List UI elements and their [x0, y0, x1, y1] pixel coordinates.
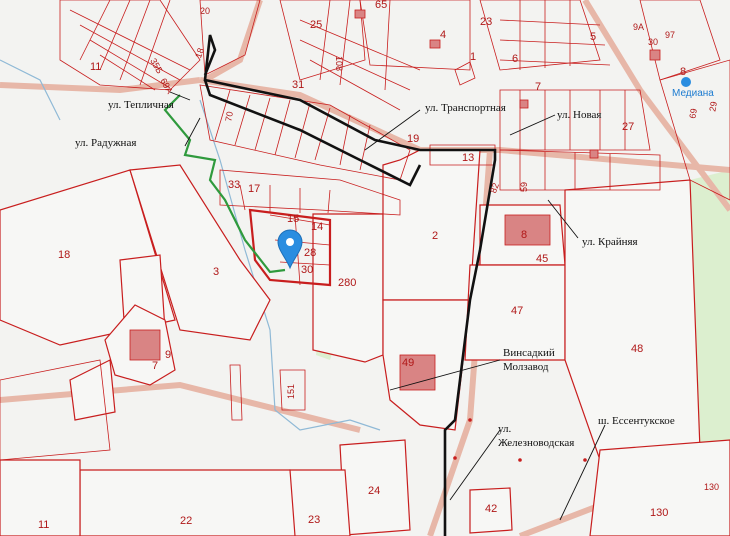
parcel-number: 22	[180, 515, 192, 527]
street-label-zheleznovodskaya-2: Железноводская	[498, 437, 574, 449]
parcel-number: 70	[223, 111, 235, 123]
parcel-number: 130	[650, 507, 668, 519]
parcel-number: 31	[292, 79, 304, 91]
parcel-number: 9	[165, 349, 171, 361]
parcel-number: 1	[470, 51, 476, 63]
parcel-number: 30	[648, 37, 658, 47]
parcel-number: 48	[631, 343, 643, 355]
parcel-number: 59	[519, 182, 529, 192]
parcel-number: 30	[301, 264, 313, 276]
parcel-number: 2	[432, 230, 438, 242]
place-label-winery-1: Винсадкий	[503, 347, 555, 359]
parcel-number: 18	[58, 249, 70, 261]
cadastral-map[interactable]: 18 3 9 7 280 2 8 45 47 48 49 24 22 23 42…	[0, 0, 730, 536]
street-label-krainyaya: ул. Крайняя	[582, 236, 638, 248]
parcel-number: 65	[375, 0, 387, 11]
parcel-number: 8	[680, 66, 686, 78]
map-pin-dot	[286, 238, 294, 246]
parcel-number: 45	[536, 253, 548, 265]
parcel-number: 4	[440, 29, 446, 41]
parcel-number: 42	[485, 503, 497, 515]
parcel-number: 69	[687, 108, 699, 120]
street-label-teplichnaya: ул. Тепличная	[108, 99, 174, 111]
parcel-number: 49	[402, 357, 414, 369]
mediana-poi-icon[interactable]	[681, 77, 691, 87]
parcel-number: 108	[334, 56, 344, 71]
place-label-winery-2: Молзавод	[503, 361, 549, 373]
street-label-raduzhnaya: ул. Радужная	[75, 137, 136, 149]
parcel-number: 33	[228, 179, 240, 191]
parcel-number: 23	[308, 514, 320, 526]
parcel-number: 8	[521, 229, 527, 241]
parcel-number: 151	[286, 384, 296, 399]
parcel-number: 7	[535, 81, 541, 93]
parcel-number: 97	[665, 30, 675, 40]
parcel-number: 19	[407, 133, 419, 145]
parcel-number: 27	[622, 121, 634, 133]
parcel-number: 14	[311, 221, 323, 233]
parcel-number: 11	[90, 61, 101, 73]
place-label-mediana: Медиана	[672, 88, 714, 99]
parcel-number: 23	[480, 16, 492, 28]
parcel-number: 47	[511, 305, 523, 317]
parcel-number: 5	[590, 31, 596, 43]
parcel-number: 20	[200, 6, 210, 16]
parcel-number: 28	[304, 247, 316, 259]
parcel-number: 24	[368, 485, 380, 497]
street-label-novaya: ул. Новая	[557, 109, 601, 121]
parcel-number: 29	[707, 101, 719, 113]
parcel-number: 6	[512, 53, 518, 65]
parcel-number: 25	[310, 19, 322, 31]
parcel-number: 130	[704, 482, 719, 492]
parcel-number: 7	[152, 360, 158, 372]
parcel-number: 280	[338, 277, 356, 289]
parcel-number: 11	[38, 519, 49, 531]
parcel-number: 9А	[633, 22, 644, 32]
street-label-zheleznovodskaya-1: ул.	[498, 423, 512, 435]
street-label-essentukskoe: ш. Ессентукское	[598, 415, 675, 427]
parcel-number: 15	[287, 213, 299, 225]
parcel-number: 3	[213, 266, 219, 278]
parcel-number: 13	[462, 152, 474, 164]
parcel-number: 17	[248, 183, 260, 195]
street-label-transportnaya: ул. Транспортная	[425, 102, 506, 114]
